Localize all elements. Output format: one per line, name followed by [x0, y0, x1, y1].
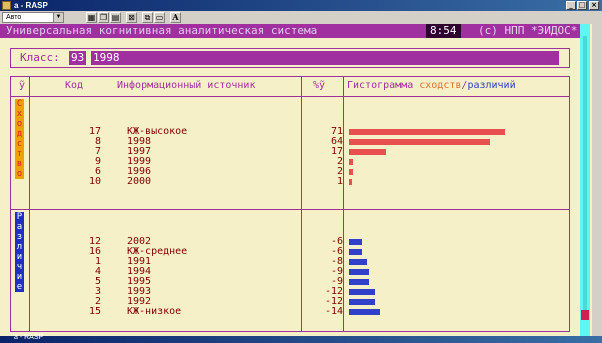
- maximize-icon[interactable]: □: [577, 1, 587, 10]
- sim-label-char: х: [16, 109, 23, 119]
- grid-icon[interactable]: ▦: [86, 12, 97, 23]
- window-title: a - RASP: [14, 1, 48, 10]
- histogram-bar: [349, 129, 506, 135]
- minimize-icon[interactable]: _: [566, 1, 576, 10]
- header-divider: [11, 96, 569, 97]
- histogram-bar: [349, 249, 363, 255]
- row-percent: 1: [336, 176, 343, 187]
- col-header-source: Информационный источник: [117, 80, 256, 91]
- class-number[interactable]: 93: [69, 51, 87, 65]
- fullscreen-icon[interactable]: ⊠: [126, 12, 137, 23]
- copy-icon[interactable]: ❐: [98, 12, 109, 23]
- histogram-bar: [349, 279, 369, 285]
- console-scrollbar[interactable]: [580, 24, 590, 336]
- paste-icon[interactable]: ▤: [110, 12, 121, 23]
- col-header-histogram: Гистограмма сходств/различий: [347, 80, 516, 92]
- table-row[interactable]: 15 КЖ-низкое -14: [11, 307, 591, 317]
- histogram-bar: [349, 239, 363, 245]
- results-table: ỹ Код Информационный источник %ỹ Гистогр…: [10, 76, 570, 332]
- hist-diff-label: различий: [467, 80, 516, 91]
- histogram-bar: [349, 269, 369, 275]
- hist-sim-label: сходств: [419, 80, 462, 91]
- maximize-window-icon[interactable]: ▭: [154, 12, 165, 23]
- histogram-bar: [349, 139, 490, 145]
- console-area: Универсальная когнитивная аналитическая …: [0, 24, 592, 336]
- clock: 8:54: [426, 24, 461, 38]
- font-select[interactable]: Авто ▼: [2, 12, 64, 23]
- row-percent: -14: [324, 306, 343, 317]
- system-title: Универсальная когнитивная аналитическая …: [6, 24, 318, 37]
- histogram-bar: [349, 169, 354, 175]
- window-titlebar[interactable]: a - RASP _ □ ×: [0, 0, 602, 11]
- row-source: 2000: [127, 176, 152, 187]
- row-source: КЖ-низкое: [127, 306, 182, 317]
- font-select-value: Авто: [6, 14, 22, 21]
- taskbar-window-title[interactable]: a - RASP: [14, 334, 43, 341]
- histogram-bar: [349, 299, 376, 305]
- close-icon[interactable]: ×: [589, 1, 599, 10]
- row-code: 15: [88, 306, 101, 317]
- sim-label-char: С: [16, 99, 23, 109]
- class-label: Класс:: [20, 51, 60, 64]
- taskbar: a - RASP: [0, 334, 602, 343]
- col-header-percent: %ỹ: [313, 80, 326, 91]
- class-field: Класс: 93 1998: [10, 48, 570, 68]
- window-icon[interactable]: ⧉: [142, 12, 153, 23]
- system-banner: Универсальная когнитивная аналитическая …: [0, 24, 580, 38]
- chevron-down-icon[interactable]: ▼: [53, 13, 63, 22]
- class-name[interactable]: 1998: [91, 51, 559, 65]
- font-icon[interactable]: A: [170, 12, 181, 23]
- histogram-bar: [349, 159, 354, 165]
- scrollbar-thumb[interactable]: [581, 310, 589, 320]
- histogram-bar: [349, 179, 352, 185]
- row-code: 10: [88, 176, 101, 187]
- col-header-code: Код: [65, 80, 84, 91]
- section-divider: [11, 209, 569, 210]
- table-row[interactable]: 10 2000 1: [11, 177, 591, 187]
- histogram-bar: [349, 289, 376, 295]
- scrollbar-track[interactable]: [583, 36, 587, 312]
- histogram-bar: [349, 259, 367, 265]
- toolbar: Авто ▼ ▦ ❐ ▤ ⊠ ⧉ ▭ A: [0, 11, 602, 24]
- app-icon: [2, 1, 11, 10]
- col-header-symbol: ỹ: [19, 80, 26, 91]
- copyright: (c) НПП *ЭИДОС*: [478, 24, 578, 37]
- hist-prefix: Гистограмма: [347, 80, 420, 91]
- histogram-bar: [349, 309, 380, 315]
- diff-label-char: Р: [16, 212, 23, 222]
- diff-label-char: а: [16, 222, 23, 232]
- histogram-bar: [349, 149, 387, 155]
